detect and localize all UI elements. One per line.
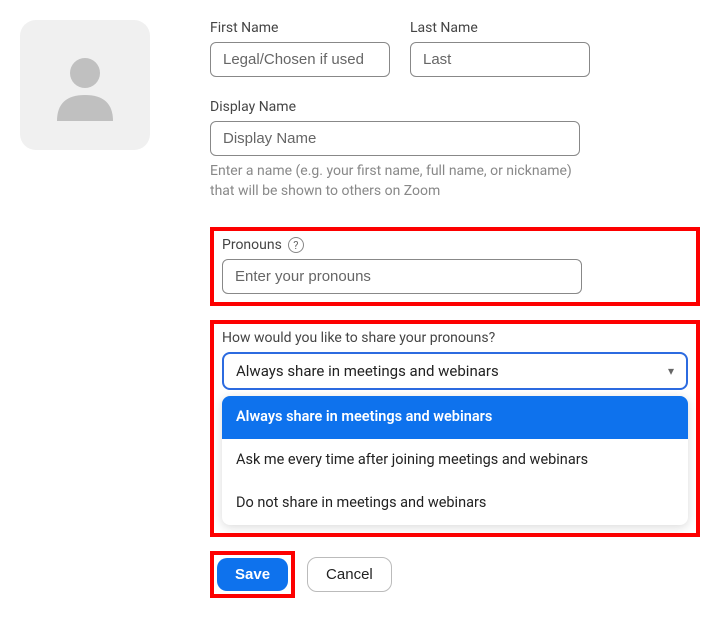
- display-name-label: Display Name: [210, 99, 700, 115]
- first-name-label: First Name: [210, 20, 390, 36]
- person-icon: [45, 45, 125, 125]
- avatar[interactable]: [20, 20, 150, 150]
- share-option[interactable]: Always share in meetings and webinars: [222, 396, 688, 439]
- pronouns-highlight: Pronouns ?: [210, 227, 700, 306]
- share-pronouns-highlight: How would you like to share your pronoun…: [210, 320, 700, 537]
- share-option[interactable]: Ask me every time after joining meetings…: [222, 439, 688, 482]
- last-name-input[interactable]: [410, 42, 590, 77]
- share-pronouns-select[interactable]: Always share in meetings and webinars ▾: [222, 352, 688, 390]
- share-question-label: How would you like to share your pronoun…: [222, 330, 688, 346]
- help-icon[interactable]: ?: [288, 237, 304, 253]
- cancel-button[interactable]: Cancel: [307, 557, 392, 592]
- chevron-down-icon: ▾: [668, 364, 674, 378]
- share-option[interactable]: Do not share in meetings and webinars: [222, 482, 688, 525]
- share-selected-value: Always share in meetings and webinars: [236, 362, 499, 380]
- pronouns-label: Pronouns: [222, 237, 282, 253]
- share-pronouns-dropdown: Always share in meetings and webinars As…: [222, 396, 688, 525]
- save-highlight: Save: [210, 551, 295, 598]
- display-name-input[interactable]: [210, 121, 580, 156]
- pronouns-input[interactable]: [222, 259, 582, 294]
- save-button[interactable]: Save: [217, 558, 288, 591]
- first-name-input[interactable]: [210, 42, 390, 77]
- display-name-helper: Enter a name (e.g. your first name, full…: [210, 162, 580, 201]
- last-name-label: Last Name: [410, 20, 590, 36]
